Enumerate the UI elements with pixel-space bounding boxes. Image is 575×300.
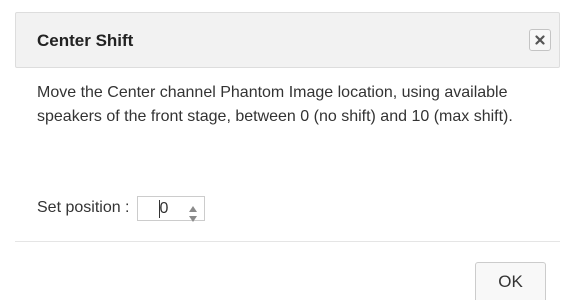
stepper-up-icon[interactable] [188,200,198,212]
position-number-input[interactable]: 0 [136,195,205,222]
center-shift-dialog: Center Shift Move the Center channel Pha… [0,0,575,300]
ok-button[interactable]: OK [475,262,546,300]
dialog-title: Center Shift [37,31,134,50]
dialog-header: Center Shift [15,12,560,68]
close-icon [535,35,545,45]
position-stepper [188,200,198,222]
stepper-down-icon[interactable] [188,210,198,222]
set-position-label: Set position : [37,199,130,216]
position-value: 0 [159,199,169,217]
close-button[interactable] [529,29,551,51]
position-row: Set position : 0 [37,195,205,222]
footer-divider [15,241,560,242]
dialog-description: Move the Center channel Phantom Image lo… [37,84,513,125]
